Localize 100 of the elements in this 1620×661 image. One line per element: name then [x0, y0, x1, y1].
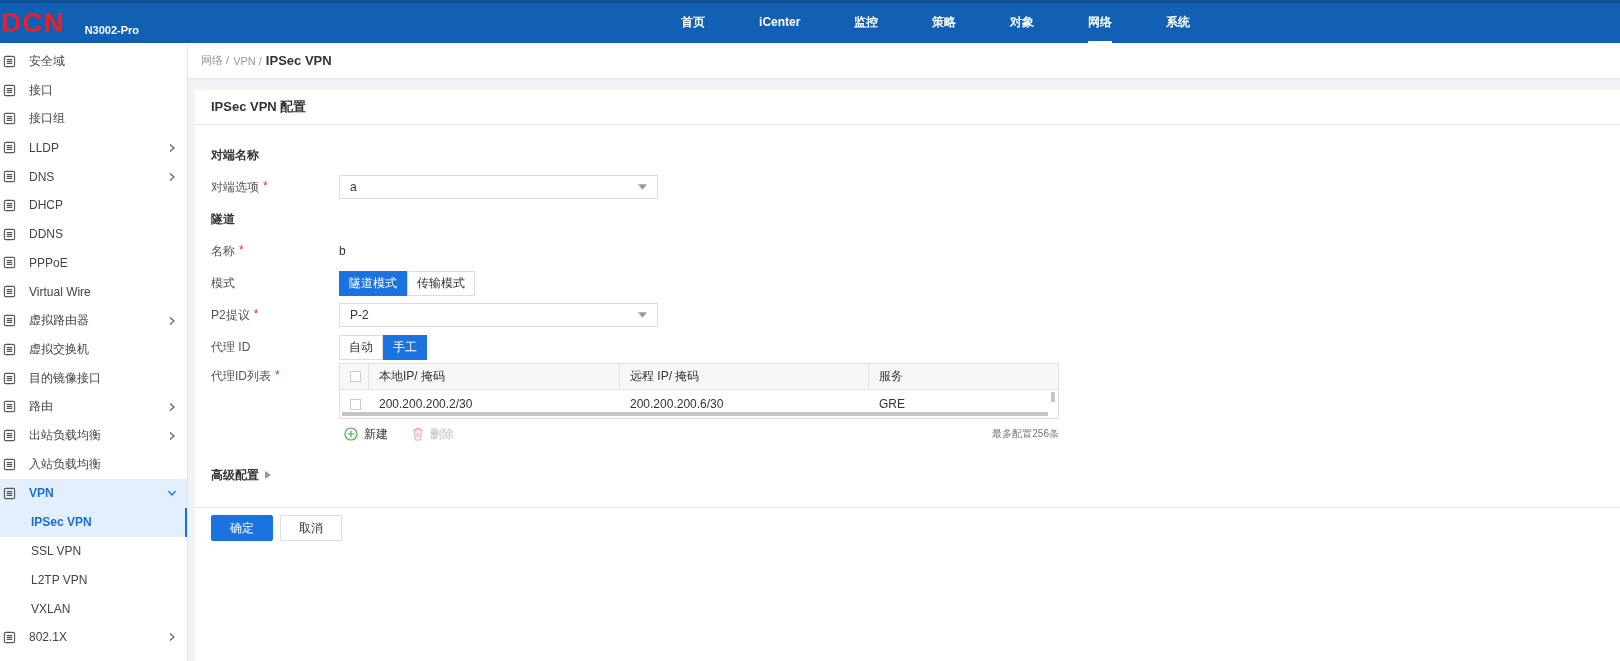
sidebar-item[interactable]: LLDP: [0, 133, 187, 163]
sidebar-item[interactable]: 虚拟交换机: [0, 334, 187, 364]
model-name: N3002-Pro: [84, 24, 140, 36]
sidebar-subitem[interactable]: L2TP VPN: [0, 565, 187, 595]
breadcrumb-item: IPSec VPN: [265, 53, 332, 68]
segment-button[interactable]: 隧道模式: [339, 270, 407, 296]
list-icon: [2, 428, 16, 443]
table-cell-text: 200.200.200.6/30: [629, 396, 725, 413]
nav-tab[interactable]: 系统: [1144, 3, 1213, 43]
sidebar-item[interactable]: Virtual Wire: [0, 277, 187, 307]
checkbox[interactable]: [350, 398, 361, 410]
sidebar-item-label: VPN: [29, 486, 55, 501]
sidebar-subitem[interactable]: SSL VPN: [0, 536, 187, 566]
list-icon: [2, 457, 16, 472]
segment-button[interactable]: 自动: [339, 334, 383, 360]
sidebar-item-label: 接口组: [29, 110, 66, 128]
sidebar-item-label: 目的镜像接口: [29, 369, 102, 387]
list-icon: [2, 399, 16, 414]
sidebar-item[interactable]: 路由: [0, 392, 187, 422]
sidebar-item-label: 虚拟交换机: [29, 340, 90, 358]
scrollbar[interactable]: [1051, 392, 1055, 402]
sidebar-item[interactable]: DDNS: [0, 219, 187, 249]
plus-icon: [344, 427, 358, 441]
list-icon: [2, 227, 16, 242]
required-mark: *: [253, 306, 259, 323]
nav-tab[interactable]: 对象: [988, 3, 1057, 43]
field-label: P2提议: [211, 306, 250, 324]
sidebar-subitem[interactable]: IPSec VPN: [0, 507, 187, 537]
list-icon: [2, 630, 16, 645]
sidebar-item[interactable]: 入站负载均衡: [0, 450, 187, 479]
sidebar-item[interactable]: 目的镜像接口: [0, 363, 187, 393]
sidebar-item-label: LLDP: [29, 140, 61, 155]
sidebar-item[interactable]: VPN: [0, 478, 187, 508]
sidebar-item-label: DDNS: [29, 227, 64, 242]
column-header: 本地IP/ 掩码: [369, 364, 620, 389]
field-label: 代理ID列表: [211, 368, 271, 385]
sidebar-item-label: 虚拟路由器: [29, 312, 90, 330]
list-icon: [2, 284, 16, 299]
nav-tab[interactable]: 策略: [910, 3, 979, 43]
nav-tab[interactable]: iCenter: [737, 3, 823, 43]
table-cell-text: 200.200.200.2/30: [378, 396, 474, 413]
sidebar-item-label: Virtual Wire: [29, 284, 92, 299]
add-button[interactable]: 新建: [344, 425, 388, 443]
scrollbar[interactable]: [342, 412, 1048, 416]
expand-triangle-icon: [265, 471, 271, 479]
logo: DCN: [1, 8, 65, 38]
list-icon: [2, 54, 16, 69]
table-cell-text: GRE: [878, 396, 906, 413]
sidebar-item-label: 接口: [29, 81, 54, 99]
list-icon: [2, 83, 16, 98]
nav-tab[interactable]: 首页: [659, 3, 728, 43]
section-title[interactable]: 高级配置: [211, 466, 259, 484]
list-icon: [2, 198, 16, 213]
sidebar-item-label: PPPoE: [29, 255, 69, 270]
required-mark: *: [239, 242, 244, 259]
field-label: 模式: [211, 274, 235, 292]
sidebar-item-label: 802.1X: [29, 630, 69, 645]
sidebar-item-label: 出站负载均衡: [29, 427, 102, 445]
column-header: 远程 IP/ 掩码: [620, 364, 869, 389]
dropdown-caret-icon: [638, 312, 647, 318]
select-field[interactable]: P-2: [339, 303, 658, 327]
sidebar-item[interactable]: 虚拟路由器: [0, 306, 187, 335]
select-field[interactable]: a: [339, 175, 658, 199]
sidebar-item[interactable]: 出站负载均衡: [0, 421, 187, 451]
field-label: 名称: [211, 242, 235, 260]
list-icon: [2, 486, 16, 501]
checkbox[interactable]: [350, 371, 361, 382]
sidebar-item-label: DNS: [29, 169, 56, 184]
required-mark: *: [275, 368, 280, 384]
card-title: IPSec VPN 配置: [211, 98, 307, 116]
confirm-button[interactable]: 确定: [211, 515, 273, 541]
sidebar-item-label: DHCP: [29, 198, 64, 213]
sidebar-item-label: 安全域: [29, 52, 66, 70]
list-icon: [2, 140, 16, 155]
column-header: 服务: [878, 368, 904, 385]
list-icon: [2, 371, 16, 386]
segment-button[interactable]: 传输模式: [407, 270, 475, 296]
trash-icon: [412, 427, 424, 441]
cancel-button[interactable]: 取消: [280, 515, 342, 541]
sidebar-item-label: 路由: [29, 398, 54, 416]
list-icon: [2, 255, 16, 270]
section-title: 对端名称: [211, 146, 260, 164]
dropdown-caret-icon: [638, 184, 647, 190]
sidebar-item[interactable]: 接口组: [0, 104, 187, 134]
sidebar-item[interactable]: 802.1X: [0, 622, 187, 652]
sidebar-item[interactable]: DHCP: [0, 191, 187, 220]
list-icon: [2, 313, 16, 328]
segment-button[interactable]: 手工: [383, 334, 427, 360]
list-icon: [2, 112, 16, 126]
sidebar-item-label: 入站负载均衡: [29, 456, 102, 474]
nav-tab[interactable]: 监控: [832, 3, 901, 43]
sidebar-subitem[interactable]: VXLAN: [0, 594, 187, 623]
section-title: 隧道: [211, 210, 236, 228]
list-icon: [2, 169, 16, 184]
list-icon: [2, 342, 16, 357]
field-label: 对端选项: [211, 178, 259, 196]
sidebar-item[interactable]: 接口: [0, 75, 187, 105]
sidebar-item[interactable]: PPPoE: [0, 248, 187, 278]
sidebar-item[interactable]: DNS: [0, 162, 187, 191]
sidebar-item[interactable]: 安全域: [0, 47, 187, 76]
